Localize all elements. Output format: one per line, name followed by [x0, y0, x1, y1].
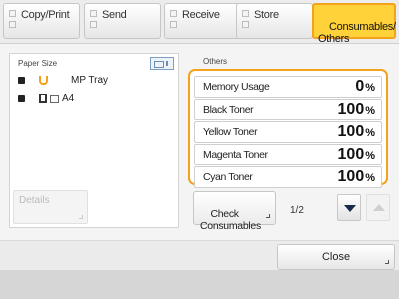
- status-row-value: 100%: [338, 123, 375, 141]
- paper-status-icon: [18, 77, 25, 84]
- tab-send[interactable]: Send: [84, 3, 161, 39]
- tab-label: Receive: [182, 9, 220, 21]
- status-row-label: Yellow Toner: [203, 126, 258, 138]
- scroll-down-button[interactable]: [337, 194, 361, 221]
- tab-copy-print[interactable]: Copy/Print: [3, 3, 80, 39]
- tab-label: Store: [254, 9, 279, 21]
- tab-indicator-icon: [242, 21, 249, 28]
- status-row-value: 100%: [338, 101, 375, 119]
- paper-row-label: MP Tray: [71, 75, 109, 86]
- tab-indicator-icon: [9, 21, 16, 28]
- status-row-value: 100%: [338, 168, 375, 186]
- status-value-unit: %: [365, 127, 375, 139]
- paper-view-toggle-icon[interactable]: [150, 57, 174, 70]
- check-consumables-label: Check Consumables: [200, 208, 261, 232]
- details-button[interactable]: Details: [13, 190, 88, 224]
- status-row-black-toner: Black Toner 100%: [194, 98, 382, 120]
- status-row-magenta-toner: Magenta Toner 100%: [194, 143, 382, 165]
- scroll-up-button[interactable]: [366, 194, 390, 221]
- others-status-box: Memory Usage 0% Black Toner 100% Yellow …: [188, 69, 388, 188]
- status-row-label: Cyan Toner: [203, 171, 253, 183]
- tab-indicator-icon: [90, 21, 97, 28]
- status-value-number: 0: [355, 78, 365, 95]
- status-value-number: 100: [337, 145, 365, 163]
- tab-label: Copy/Print: [21, 9, 70, 21]
- status-value-unit: %: [365, 172, 375, 184]
- paper-size-title: Paper Size: [18, 59, 58, 68]
- tab-indicator-icon: [9, 10, 16, 17]
- mp-tray-icon: [39, 76, 48, 85]
- tab-store[interactable]: Store: [236, 3, 313, 39]
- status-row-value: 0%: [355, 78, 375, 96]
- status-value-unit: %: [365, 104, 375, 117]
- paper-sheet-icon: [50, 95, 59, 103]
- details-label: Details: [19, 195, 50, 206]
- status-row-label: Black Toner: [203, 103, 254, 116]
- page-indicator: 1/2: [290, 205, 304, 216]
- status-value-unit: %: [365, 82, 375, 94]
- status-value-number: 100: [337, 100, 365, 118]
- paper-row-mp-tray[interactable]: MP Tray: [16, 73, 176, 89]
- paper-row-label: A4: [62, 93, 75, 104]
- status-value-number: 100: [337, 123, 365, 140]
- status-row-value: 100%: [338, 146, 375, 164]
- paper-status-icon: [18, 95, 25, 102]
- paper-row-drawer[interactable]: A4: [16, 91, 176, 107]
- function-tab-bar: Copy/Print Send Receive Store Consumable…: [0, 0, 399, 45]
- status-row-label: Memory Usage: [203, 81, 270, 93]
- tab-indicator-icon: [170, 21, 177, 28]
- tab-receive[interactable]: Receive: [164, 3, 241, 39]
- tab-indicator-icon: [170, 10, 177, 17]
- tab-label: Consumables/ Others: [318, 21, 396, 45]
- check-consumables-button[interactable]: Check Consumables: [193, 191, 276, 232]
- bottom-strip: [0, 270, 399, 299]
- tab-label: Send: [102, 9, 127, 21]
- status-content-area: Paper Size MP Tray A4 Details Others Mem…: [0, 44, 399, 240]
- close-label: Close: [321, 251, 351, 263]
- tab-consumables-others[interactable]: Consumables/ Others: [312, 3, 396, 45]
- status-row-label: Magenta Toner: [203, 148, 268, 161]
- tab-indicator-icon: [242, 10, 249, 17]
- status-row-memory-usage: Memory Usage 0%: [194, 76, 382, 98]
- status-value-number: 100: [337, 168, 365, 185]
- close-button[interactable]: Close: [277, 244, 395, 270]
- status-row-yellow-toner: Yellow Toner 100%: [194, 121, 382, 143]
- tab-indicator-icon: [90, 10, 97, 17]
- status-row-cyan-toner: Cyan Toner 100%: [194, 166, 382, 188]
- others-title: Others: [203, 57, 228, 66]
- status-value-unit: %: [365, 149, 375, 162]
- paper-drawer-icon: [39, 94, 47, 103]
